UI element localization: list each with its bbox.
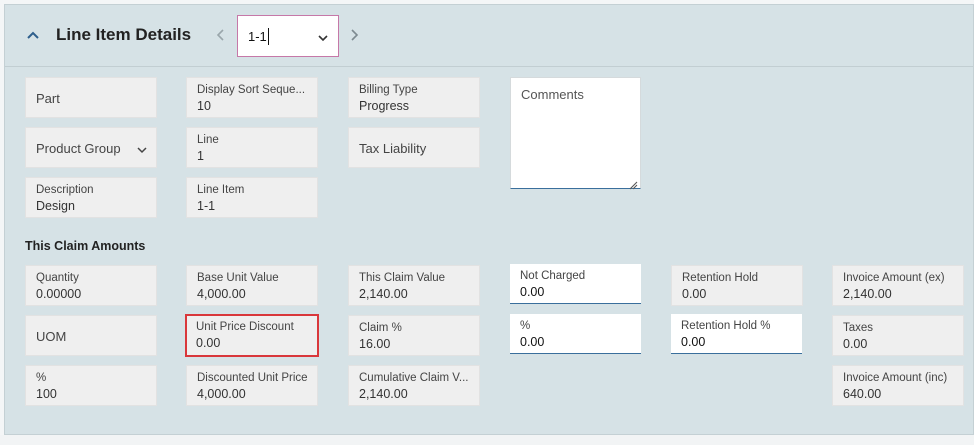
description-value: Design xyxy=(36,199,75,213)
invoice-amount-inc-value: 640.00 xyxy=(843,387,882,401)
base-unit-value-value: 4,000.00 xyxy=(197,287,246,301)
discounted-unit-price-value: 4,000.00 xyxy=(197,387,246,401)
uom-label: UOM xyxy=(36,329,67,344)
part-field-label: Part xyxy=(36,91,60,106)
invoice-amount-ex-field[interactable]: Invoice Amount (ex) 2,140.00 xyxy=(832,265,964,306)
discounted-unit-price-label: Discounted Unit Price xyxy=(197,372,308,384)
retention-hold-label: Retention Hold xyxy=(682,272,759,284)
resize-grip-icon[interactable] xyxy=(629,177,638,190)
line-label: Line xyxy=(197,134,219,146)
chevron-down-icon xyxy=(316,31,330,45)
retention-hold-value: 0.00 xyxy=(682,287,707,301)
description-label: Description xyxy=(36,184,94,196)
quantity-label: Quantity xyxy=(36,272,79,284)
unit-price-discount-label: Unit Price Discount xyxy=(196,321,294,333)
line-item-label: Line Item xyxy=(197,184,245,196)
product-group-select[interactable]: Product Group xyxy=(25,127,157,168)
quantity-value: 0.00000 xyxy=(36,287,82,301)
retention-hold-percent-label: Retention Hold % xyxy=(681,320,771,332)
part-field[interactable]: Part xyxy=(25,77,157,118)
comments-textarea[interactable]: Comments xyxy=(510,77,641,190)
invoice-amount-ex-label: Invoice Amount (ex) xyxy=(843,272,945,284)
base-unit-value-label: Base Unit Value xyxy=(197,272,279,284)
description-field[interactable]: Description Design xyxy=(25,177,157,218)
invoice-amount-inc-label: Invoice Amount (inc) xyxy=(843,372,948,384)
billing-type-label: Billing Type xyxy=(359,84,418,96)
cumulative-claim-value-label: Cumulative Claim V... xyxy=(359,372,469,384)
section-title-claim-amounts: This Claim Amounts xyxy=(25,239,146,253)
percent-input-value: 0.00 xyxy=(520,335,545,349)
panel-header: Line Item Details 1-1 xyxy=(5,5,973,67)
claim-percent-field[interactable]: Claim % 16.00 xyxy=(348,315,480,356)
taxes-label: Taxes xyxy=(843,322,874,334)
unit-price-discount-field[interactable]: Unit Price Discount 0.00 xyxy=(185,314,319,357)
taxes-field[interactable]: Taxes 0.00 xyxy=(832,315,964,356)
taxes-value: 0.00 xyxy=(843,337,868,351)
chevron-down-icon xyxy=(136,143,148,155)
not-charged-input[interactable]: Not Charged 0.00 xyxy=(510,264,641,304)
line-field[interactable]: Line 1 xyxy=(186,127,318,168)
line-item-field[interactable]: Line Item 1-1 xyxy=(186,177,318,218)
invoice-amount-ex-value: 2,140.00 xyxy=(843,287,892,301)
percent-field[interactable]: % 100 xyxy=(25,365,157,406)
this-claim-value-field[interactable]: This Claim Value 2,140.00 xyxy=(348,265,480,306)
uom-field[interactable]: UOM xyxy=(25,315,157,356)
product-group-label: Product Group xyxy=(36,141,121,156)
not-charged-value: 0.00 xyxy=(520,285,545,299)
display-sort-sequence-value: 10 xyxy=(197,99,211,113)
retention-hold-field[interactable]: Retention Hold 0.00 xyxy=(671,265,803,306)
not-charged-label: Not Charged xyxy=(520,270,586,282)
retention-hold-percent-value: 0.00 xyxy=(681,335,706,349)
invoice-amount-inc-field[interactable]: Invoice Amount (inc) 640.00 xyxy=(832,365,964,406)
percent-input[interactable]: % 0.00 xyxy=(510,314,641,354)
this-claim-value-value: 2,140.00 xyxy=(359,287,408,301)
tax-liability-label: Tax Liability xyxy=(359,141,427,156)
percent-value: 100 xyxy=(36,387,57,401)
discounted-unit-price-field[interactable]: Discounted Unit Price 4,000.00 xyxy=(186,365,318,406)
chevron-right-icon[interactable] xyxy=(347,25,363,45)
quantity-field[interactable]: Quantity 0.00000 xyxy=(25,265,157,306)
comments-placeholder: Comments xyxy=(521,87,584,102)
cumulative-claim-value-field[interactable]: Cumulative Claim V... 2,140.00 xyxy=(348,365,480,406)
percent-input-label: % xyxy=(520,320,531,332)
text-cursor xyxy=(268,28,269,45)
base-unit-value-field[interactable]: Base Unit Value 4,000.00 xyxy=(186,265,318,306)
tax-liability-field[interactable]: Tax Liability xyxy=(348,127,480,168)
billing-type-field[interactable]: Billing Type Progress xyxy=(348,77,480,118)
line-value: 1 xyxy=(197,149,204,163)
display-sort-sequence-field[interactable]: Display Sort Seque... 10 xyxy=(186,77,318,118)
this-claim-value-label: This Claim Value xyxy=(359,272,446,284)
unit-price-discount-value: 0.00 xyxy=(196,336,221,350)
chevron-left-icon[interactable] xyxy=(212,25,228,45)
display-sort-sequence-label: Display Sort Seque... xyxy=(197,84,306,96)
chevron-up-icon[interactable] xyxy=(23,25,43,45)
retention-hold-percent-input[interactable]: Retention Hold % 0.00 xyxy=(671,314,802,354)
percent-label: % xyxy=(36,372,47,384)
line-item-value: 1-1 xyxy=(197,199,216,213)
panel-title: Line Item Details xyxy=(56,25,192,44)
cumulative-claim-value-value: 2,140.00 xyxy=(359,387,408,401)
record-select-value: 1-1 xyxy=(248,29,267,44)
claim-percent-value: 16.00 xyxy=(359,337,391,351)
record-select[interactable]: 1-1 xyxy=(237,15,339,57)
footer-bar xyxy=(0,435,974,445)
billing-type-value: Progress xyxy=(359,99,410,113)
line-item-details-panel: Line Item Details 1-1 Part Product Group… xyxy=(4,4,974,435)
claim-percent-label: Claim % xyxy=(359,322,402,334)
